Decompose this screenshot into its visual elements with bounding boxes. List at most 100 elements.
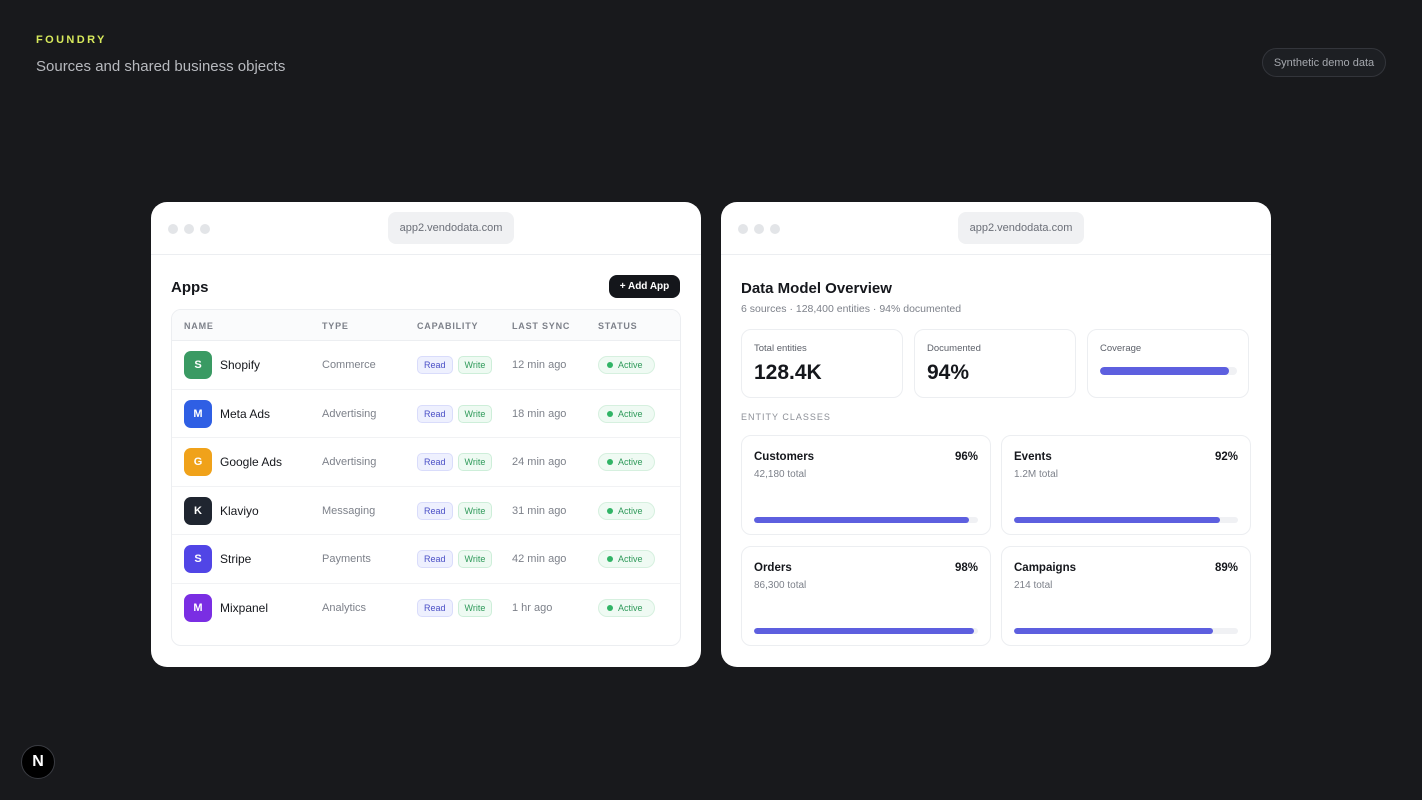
status-label: Active [618,408,643,419]
last-sync: 12 min ago [512,359,567,371]
capability-tags: Read Write [417,453,493,471]
status-label: Active [618,602,643,613]
window-controls [738,224,780,234]
app-name[interactable]: Shopify [220,358,260,372]
stat-value: 94% [927,361,970,384]
column-header-type[interactable]: TYPE [322,321,349,331]
status-badge: Active [598,404,655,423]
entity-total: 42,180 total [754,469,807,480]
write-tag: Write [457,356,493,374]
table-row[interactable]: G Google Ads Advertising Read Write 24 min ag… [172,438,680,487]
read-tag: Read [417,550,453,568]
column-header-capability[interactable]: CAPABILITY [417,321,478,331]
entity-card[interactable]: Customers 96% 42,180 total [741,435,991,535]
app-avatar: G [184,448,212,476]
column-header-name[interactable]: NAME [184,321,214,331]
entity-progress-bar [1014,628,1238,634]
entity-classes-label: ENTITY CLASSES [741,412,831,422]
capability-tags: Read Write [417,501,493,520]
read-tag: Read [417,404,453,423]
app-avatar: K [184,496,212,525]
entity-total: 1.2M total [1014,469,1058,480]
window-dot-icon[interactable] [754,224,764,234]
add-app-button[interactable]: + Add App [609,275,680,298]
table-row[interactable]: S Stripe Payments Read Write 42 min ago Active [172,535,680,584]
url-bar[interactable]: app2.vendodata.com [388,212,514,244]
window-dot-icon[interactable] [168,224,178,234]
column-header-last-sync[interactable]: LAST SYNC [512,321,570,331]
last-sync: 24 min ago [512,456,567,468]
app-type: Analytics [322,601,367,614]
status-label: Active [618,457,643,467]
window-dot-icon[interactable] [770,224,780,234]
table-row[interactable]: S Shopify Commerce Read Write 12 min ago Activ… [172,341,680,390]
apps-window: app2.vendodata.com Apps + Add App NAME T… [151,202,701,667]
app-name[interactable]: Google Ads [220,455,282,469]
status-label: Active [618,360,643,370]
entity-progress-fill [1014,517,1221,523]
entity-total: 214 total [1014,580,1053,591]
stat-card-total-entities: Total entities 128.4K [741,329,903,398]
window-dot-icon[interactable] [738,224,748,234]
status-dot-icon [607,604,613,611]
stat-card-coverage: Coverage [1087,329,1249,398]
apps-table: NAME TYPE CAPABILITY LAST SYNC STATUS SS… [171,309,681,646]
browser-titlebar: app2.vendodata.com [151,202,701,255]
app-avatar: M [184,593,212,622]
entity-total: 86,300 total [754,580,807,591]
table-header: NAME TYPE CAPABILITY LAST SYNC STATUS [172,310,680,341]
last-sync: 1 hr ago [512,601,553,614]
app-name[interactable]: Stripe [220,552,251,566]
capability-tags: Read Write [417,356,493,374]
capability-tags: Read Write [417,404,493,423]
entity-card[interactable]: Campaigns 89% 214 total [1001,546,1251,646]
table-row[interactable]: M Mixpanel Analytics Read Write 1 hr ago Activ… [172,584,680,633]
column-header-status[interactable]: STATUS [598,321,637,331]
app-type: Advertising [322,456,377,468]
read-tag: Read [417,453,453,471]
demo-data-badge[interactable]: Synthetic demo data [1262,48,1386,77]
coverage-progress-fill [1100,367,1229,375]
window-dot-icon[interactable] [200,224,210,234]
stat-card-documented: Documented 94% [914,329,1076,398]
data-model-window: app2.vendodata.com Data Model Overview 6… [721,202,1271,667]
entity-card[interactable]: Events 92% 1.2M total [1001,435,1251,535]
status-label: Active [618,554,643,564]
entity-name: Customers [754,451,815,463]
app-type: Payments [322,553,371,565]
capability-tags: Read Write [417,598,493,617]
brand-label: FOUNDRY [36,34,107,46]
status-badge: Active [598,550,655,568]
entity-name: Campaigns [1014,562,1076,574]
status-badge: Active [598,501,655,520]
app-avatar: S [184,351,212,379]
window-controls [168,224,210,234]
page-subtitle: Sources and shared business objects [36,58,286,75]
coverage-progress-bar [1100,367,1237,375]
app-name[interactable]: Mixpanel [220,601,268,615]
stat-label: Coverage [1100,343,1142,354]
read-tag: Read [417,356,453,374]
entity-progress-bar [754,628,978,634]
url-bar[interactable]: app2.vendodata.com [958,212,1084,244]
status-dot-icon [607,410,613,417]
entity-percent: 96% [954,451,978,463]
data-model-subtitle: 6 sources · 128,400 entities · 94% docum… [741,303,962,315]
entity-card[interactable]: Orders 98% 86,300 total [741,546,991,646]
entity-progress-bar [1014,517,1238,523]
app-name[interactable]: Klaviyo [220,504,259,518]
status-dot-icon [607,507,613,514]
entity-name: Orders [754,562,792,574]
write-tag: Write [457,453,493,471]
app-avatar: M [184,399,212,428]
table-row[interactable]: M Meta Ads Advertising Read Write 18 min ago A… [172,390,680,438]
status-badge: Active [598,598,655,617]
app-name[interactable]: Meta Ads [220,407,270,421]
window-dot-icon[interactable] [184,224,194,234]
table-row[interactable]: K Klaviyo Messaging Read Write 31 min ago Acti… [172,487,680,535]
next-logo-icon[interactable]: N [21,745,55,779]
entity-percent: 92% [1214,451,1238,463]
app-type: Messaging [322,504,376,517]
entity-progress-bar [754,517,978,523]
entity-name: Events [1014,451,1052,463]
